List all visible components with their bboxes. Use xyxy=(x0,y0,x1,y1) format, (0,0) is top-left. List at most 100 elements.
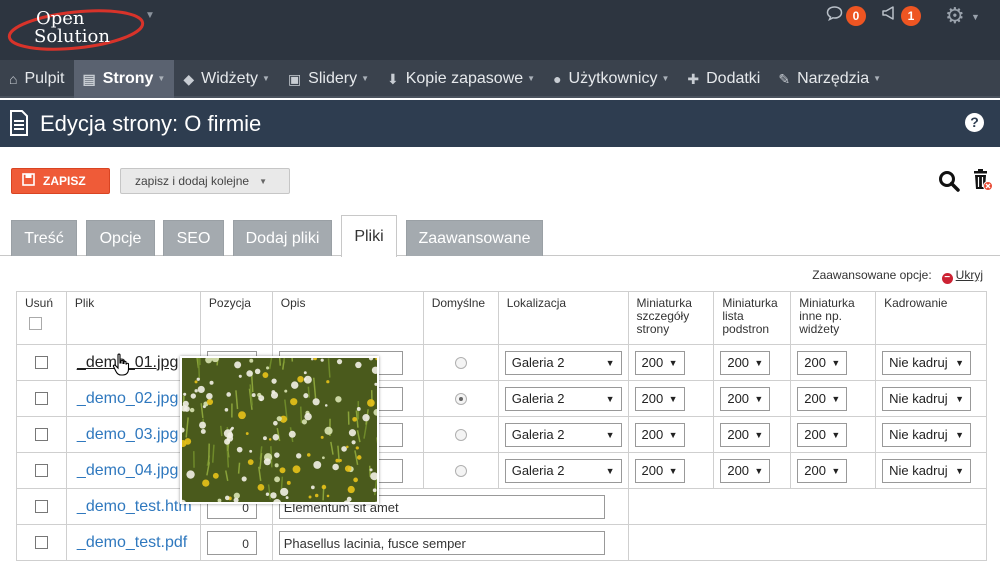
alerts-button[interactable]: 1 xyxy=(881,5,921,26)
thumb-list-select-value: 200 xyxy=(727,355,750,370)
cell-default xyxy=(422,344,499,381)
help-icon[interactable]: ? xyxy=(965,113,984,132)
thumb-list-select-value: 200 xyxy=(727,427,750,442)
thumb-detail-select[interactable]: 200 ▼ xyxy=(634,386,685,411)
position-input[interactable]: 0 xyxy=(206,530,257,555)
delete-checkbox[interactable] xyxy=(34,392,48,405)
save-and-add-button[interactable]: zapisz i dodaj kolejne ▼ xyxy=(120,168,290,194)
nav-item-label: Użytkownicy xyxy=(568,70,658,87)
default-radio[interactable] xyxy=(454,392,467,405)
nav-item-4[interactable]: ⬇ Kopie zapasowe ▼ xyxy=(378,60,544,98)
crop-select[interactable]: Nie kadruj ▼ xyxy=(882,422,972,447)
nav-item-label: Widżety xyxy=(201,70,259,87)
table-row: _demo_test.htm 0 Elementum sit amet xyxy=(16,488,988,525)
cell-delete xyxy=(16,452,67,489)
thumb-other-select[interactable]: 200 ▼ xyxy=(797,386,848,411)
thumb-detail-select[interactable]: 200 ▼ xyxy=(634,458,685,483)
thumb-other-select[interactable]: 200 ▼ xyxy=(797,458,848,483)
file-link[interactable]: _demo_test.pdf xyxy=(73,534,187,551)
settings-caret-icon[interactable]: ▼ xyxy=(971,12,980,22)
user-icon: ● xyxy=(553,71,562,87)
thumb-detail-select[interactable]: 200 ▼ xyxy=(634,422,685,447)
top-bar: Open Solution ▼ 0 1 ⚙ ▼ xyxy=(0,0,1000,60)
cell-file: _demo_test.pdf xyxy=(65,524,201,561)
delete-checkbox[interactable] xyxy=(34,428,48,441)
tab-dodaj-pliki[interactable]: Dodaj pliki xyxy=(233,220,332,256)
thumb-list-select[interactable]: 200 ▼ xyxy=(720,422,771,447)
thumb-detail-select[interactable]: 200 ▼ xyxy=(634,350,685,375)
trash-icon[interactable] xyxy=(970,168,994,195)
thumb-list-select[interactable]: 200 ▼ xyxy=(720,458,771,483)
cell-delete xyxy=(16,416,67,453)
file-link[interactable]: _demo_04.jpg xyxy=(73,462,178,479)
header-thumb-detail: Miniaturka szczegóły strony xyxy=(627,291,715,345)
default-radio[interactable] xyxy=(454,464,467,477)
tab-zaawansowane[interactable]: Zaawansowane xyxy=(406,220,543,256)
thumb-detail-select-value: 200 xyxy=(641,463,664,478)
delete-checkbox[interactable] xyxy=(34,536,48,549)
chevron-down-icon: ▼ xyxy=(955,357,965,368)
nav-item-label: Slidery xyxy=(308,70,358,87)
cell-position: 0 xyxy=(199,524,273,561)
nav-item-5[interactable]: ● Użytkownicy ▼ xyxy=(544,60,678,98)
cell-crop: Nie kadruj ▼ xyxy=(875,380,987,417)
save-button[interactable]: ZAPISZ xyxy=(11,168,110,194)
tab-opcje[interactable]: Opcje xyxy=(86,220,155,256)
default-radio[interactable] xyxy=(454,356,467,369)
cell-delete xyxy=(16,488,67,525)
cell-delete xyxy=(16,344,67,381)
thumb-list-select[interactable]: 200 ▼ xyxy=(720,386,771,411)
cell-thumb-list: 200 ▼ xyxy=(713,452,792,489)
nav-item-7[interactable]: ✎ Narzędzia ▼ xyxy=(769,60,890,98)
header-crop: Kadrowanie xyxy=(875,291,987,345)
crop-select[interactable]: Nie kadruj ▼ xyxy=(882,386,972,411)
brand-logo[interactable]: Open Solution xyxy=(6,2,146,54)
thumb-list-select[interactable]: 200 ▼ xyxy=(720,350,771,375)
settings-gear-icon[interactable]: ⚙ xyxy=(945,3,965,29)
nav-item-6[interactable]: ✚ Dodatki xyxy=(678,60,769,98)
tab-bar: Treść Opcje SEO Dodaj pliki Pliki Zaawan… xyxy=(0,215,1000,257)
floppy-icon xyxy=(22,173,35,189)
thumb-other-select-value: 200 xyxy=(804,463,826,478)
search-icon[interactable] xyxy=(938,170,960,195)
file-link[interactable]: _demo_02.jpg xyxy=(73,390,178,407)
nav-item-1[interactable]: ▤ Strony ▼ xyxy=(73,60,175,98)
cell-thumb-other: 200 ▼ xyxy=(790,452,877,489)
delete-checkbox[interactable] xyxy=(34,500,48,513)
description-input[interactable]: Phasellus lacinia, fusce semper xyxy=(278,530,605,555)
delete-checkbox[interactable] xyxy=(34,464,48,477)
crop-select-value: Nie kadruj xyxy=(889,355,948,370)
download-icon: ⬇ xyxy=(387,71,399,87)
tab-pliki[interactable]: Pliki xyxy=(341,215,397,257)
nav-item-3[interactable]: ▣ Slidery ▼ xyxy=(279,60,378,98)
home-icon: ⌂ xyxy=(9,71,18,87)
messages-button[interactable]: 0 xyxy=(826,5,866,26)
file-link[interactable]: _demo_test.htm xyxy=(73,498,192,515)
location-select[interactable]: Galeria 2 ▼ xyxy=(504,386,622,411)
location-select[interactable]: Galeria 2 ▼ xyxy=(504,350,622,375)
select-all-checkbox[interactable] xyxy=(29,317,42,330)
default-radio[interactable] xyxy=(454,428,467,441)
delete-checkbox[interactable] xyxy=(34,356,48,369)
location-select[interactable]: Galeria 2 ▼ xyxy=(504,458,622,483)
location-select[interactable]: Galeria 2 ▼ xyxy=(504,422,622,447)
minus-circle-icon[interactable]: − xyxy=(941,273,953,284)
tab-seo[interactable]: SEO xyxy=(163,220,224,256)
thumb-detail-select-value: 200 xyxy=(641,427,664,442)
thumb-other-select[interactable]: 200 ▼ xyxy=(797,350,848,375)
hide-advanced-link[interactable]: Ukryj xyxy=(956,268,983,282)
crop-select[interactable]: Nie kadruj ▼ xyxy=(882,350,972,375)
hand-cursor-icon xyxy=(112,353,130,380)
nav-item-0[interactable]: ⌂ Pulpit xyxy=(0,60,74,98)
tab-tresc[interactable]: Treść xyxy=(11,220,77,256)
files-table: Usuń Plik Pozycja Opis Domyślne Lokaliza… xyxy=(16,291,988,561)
chevron-down-icon: ▼ xyxy=(831,465,841,476)
brand-caret-icon[interactable]: ▼ xyxy=(145,10,155,21)
nav-item-2[interactable]: ◆ Widżety ▼ xyxy=(174,60,279,98)
file-link[interactable]: _demo_03.jpg xyxy=(73,426,178,443)
nav-item-label: Narzędzia xyxy=(797,70,870,87)
crop-select[interactable]: Nie kadruj ▼ xyxy=(882,458,972,483)
nav-item-label: Pulpit xyxy=(24,70,65,87)
table-row: _demo_test.pdf 0 Phasellus lacinia, fusce … xyxy=(16,524,988,561)
thumb-other-select[interactable]: 200 ▼ xyxy=(797,422,848,447)
